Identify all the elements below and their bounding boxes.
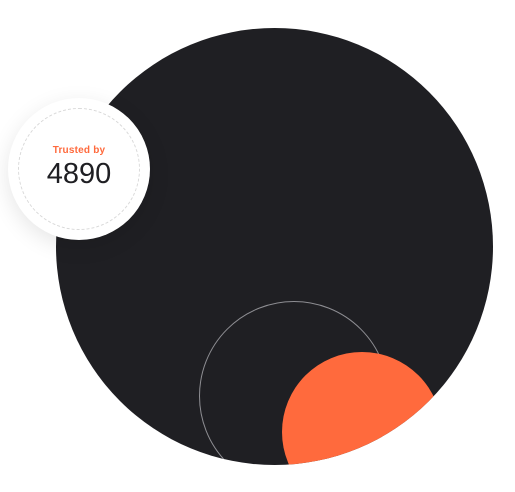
trusted-by-content: Trusted by 4890 (47, 145, 112, 190)
trusted-by-label: Trusted by (52, 144, 106, 156)
dark-circle (56, 28, 493, 465)
hero-graphic: Trusted by 4890 (0, 0, 515, 492)
trusted-by-badge: Trusted by 4890 (8, 98, 150, 240)
trusted-by-count: 4890 (46, 157, 112, 190)
